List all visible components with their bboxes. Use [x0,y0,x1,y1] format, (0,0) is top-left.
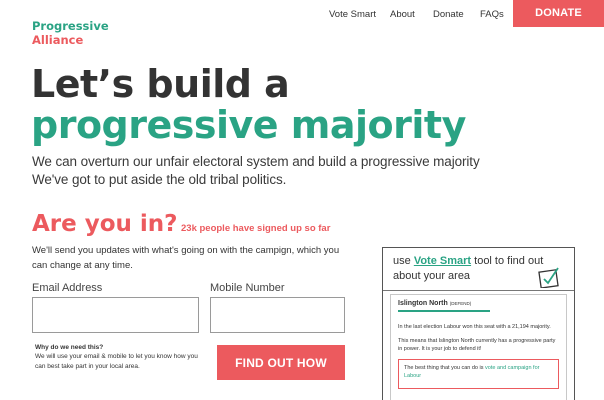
hero-subtitle-1: We can overturn our unfair electoral sys… [32,154,480,169]
seat-status-text: This means that Islington North currentl… [398,338,556,352]
ballot-box-icon [538,267,559,288]
hero-subtitle-2: We've got to put aside the old tribal po… [32,172,287,187]
mobile-label: Mobile Number [210,282,285,294]
hero-heading-line-1: Let’s build a [31,62,290,106]
why-body: We will use your email & mobile to let y… [35,353,198,370]
donate-button[interactable]: DONATE [513,0,604,27]
logo-line-2: Alliance [32,33,84,47]
seat-name: Islington North (DEFEND) [398,300,471,307]
seat-panel: Islington North (DEFEND) In the last ele… [390,294,567,400]
nav-donate[interactable]: Donate [433,9,464,20]
nav-about[interactable]: About [390,9,415,20]
why-title: Why do we need this? [35,344,104,351]
find-out-how-button[interactable]: FIND OUT HOW [217,345,345,380]
seat-result-text: In the last election Labour won this sea… [398,324,551,330]
signup-info: We'll send you updates with what's going… [32,245,340,271]
best-action-text: The best thing that you can do is [404,365,484,371]
seat-underline [398,310,490,312]
vote-smart-link[interactable]: Vote Smart [414,255,471,267]
vote-smart-card: use Vote Smart tool to find out about yo… [382,247,575,400]
mobile-field[interactable] [210,297,345,333]
nav-faqs[interactable]: FAQs [480,9,504,20]
nav-vote-smart[interactable]: Vote Smart [329,9,376,20]
logo-line-1: Progressive [32,19,109,33]
seat-name-text: Islington North [398,300,448,307]
card-heading-pre: use [393,255,411,267]
email-field[interactable] [32,297,199,333]
card-divider [383,290,574,291]
email-label: Email Address [32,282,103,294]
logo[interactable]: Progressive Alliance [32,19,109,47]
best-action-box: The best thing that you can do is vote a… [398,359,559,389]
hero-heading-line-2: progressive majority [31,103,466,147]
seat-tag: (DEFEND) [449,301,472,306]
signup-count: 23k people have signed up so far [181,223,331,234]
signup-heading: Are you in? [32,211,178,237]
